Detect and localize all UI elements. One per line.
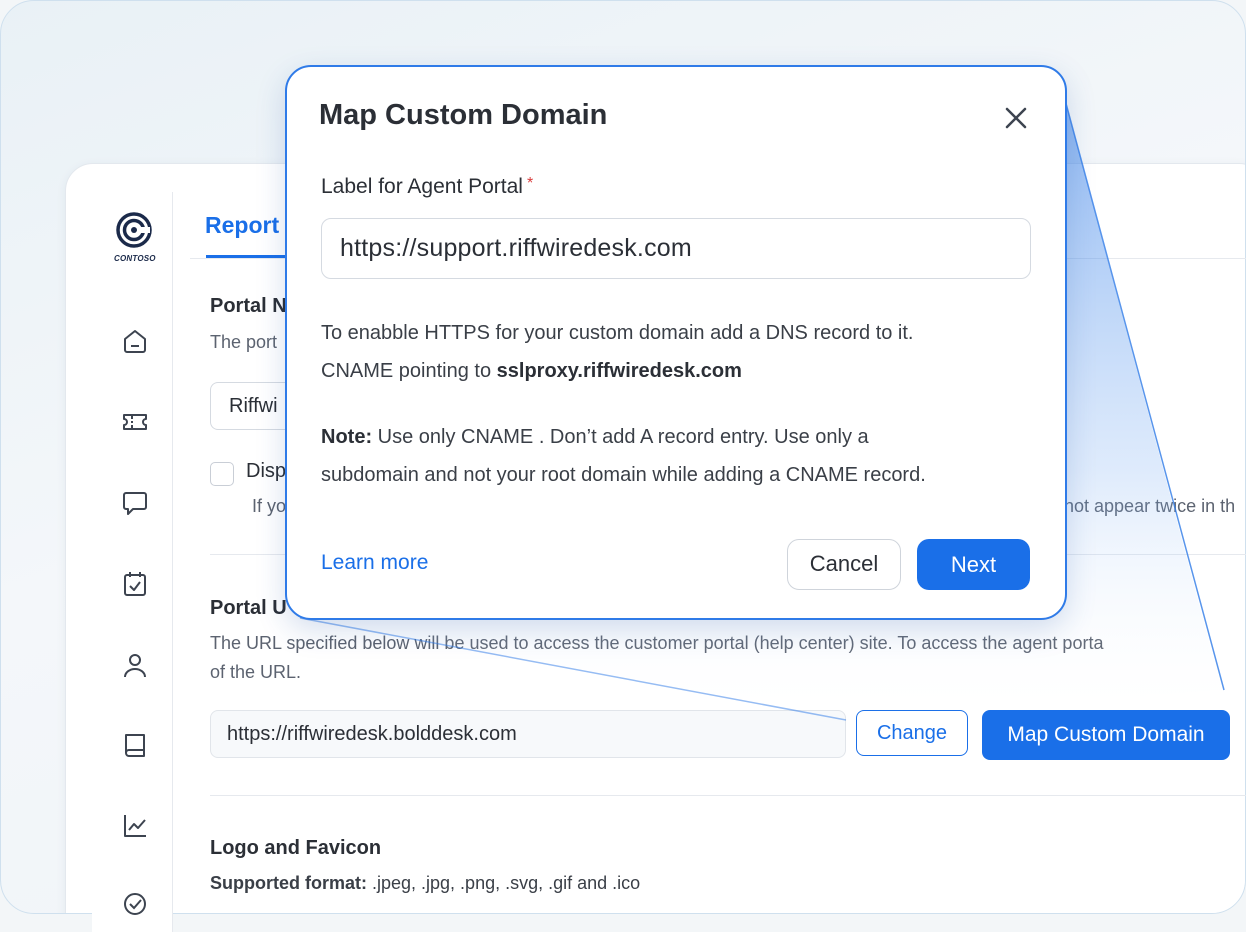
dns-note: Note: Use only CNAME . Don’t add A recor… [321,418,926,494]
brand-logo-text: CONTOSO [114,254,156,263]
sidebar-item-approvals[interactable] [120,889,150,919]
contoso-logo-icon [116,212,152,248]
sidebar-item-home[interactable] [120,326,150,356]
portal-name-description: The port [210,332,278,352]
brand-logo[interactable]: CONTOSO [114,212,156,263]
sidebar-item-tasks[interactable] [120,569,150,599]
agent-portal-label-text: Label for Agent Portal [321,175,523,198]
cancel-button[interactable]: Cancel [787,539,901,590]
section-divider [210,795,1246,796]
required-marker: * [526,175,534,192]
change-url-button[interactable]: Change [856,710,968,756]
sidebar-item-reports[interactable] [120,811,150,841]
portal-name-input-value: Riffwi [229,395,278,417]
sidebar-item-tickets[interactable] [120,407,150,437]
portal-url-title: Portal U [210,597,287,619]
supported-formats-value: .jpeg, .jpg, .png, .svg, .gif and .ico [367,873,641,893]
agent-portal-label: Label for Agent Portal * [321,175,533,199]
sidebar-item-chat[interactable] [120,488,150,518]
ticket-icon [123,414,147,430]
user-icon [124,654,146,678]
https-instructions-line2: CNAME pointing to sslproxy.riffwiredesk.… [321,352,914,390]
dns-note-line2: subdomain and not your root domain while… [321,464,926,486]
supported-formats: Supported format: .jpeg, .jpg, .png, .sv… [210,873,640,894]
display-checkbox[interactable] [210,462,234,486]
cname-prefix: CNAME pointing to [321,360,497,382]
display-hint-text-tail: not appear twice in th [1064,496,1236,516]
portal-url-field: https://riffwiredesk.bolddesk.com [210,710,846,758]
portal-name-title: Portal N [210,295,287,317]
https-instructions: To enabble HTTPS for your custom domain … [321,314,914,390]
portal-url-description: The URL specified below will be used to … [210,633,1104,653]
close-icon [1005,107,1027,129]
note-text: Use only CNAME . Don’t add A record entr… [372,426,869,448]
sidebar: CONTOSO [92,192,173,932]
book-icon [125,734,145,757]
tab-report[interactable]: Report [205,212,279,239]
close-button[interactable] [999,101,1033,135]
logo-favicon-title: Logo and Favicon [210,837,382,859]
agent-portal-url-input[interactable]: https://support.riffwiredesk.com [321,218,1031,279]
portal-url-value: https://riffwiredesk.bolddesk.com [227,723,517,745]
sidebar-item-knowledge-base[interactable] [120,730,150,760]
note-label: Note: [321,426,373,448]
agent-portal-url-value: https://support.riffwiredesk.com [340,234,692,262]
dialog-title: Map Custom Domain [319,99,608,131]
map-custom-domain-button[interactable]: Map Custom Domain [982,710,1230,760]
home-icon [124,330,146,353]
display-hint-text: If yo [252,496,287,516]
cname-target: sslproxy.riffwiredesk.com [496,360,742,382]
map-custom-domain-dialog: Map Custom Domain Label for Agent Portal… [285,65,1067,620]
portal-url-description-line2: of the URL. [210,662,302,682]
check-circle-icon [124,893,146,915]
https-instructions-line1: To enabble HTTPS for your custom domain … [321,322,914,344]
chat-icon [123,492,147,515]
supported-formats-label: Supported format: [210,873,367,893]
dns-note-line1: Note: Use only CNAME . Don’t add A recor… [321,418,926,456]
sidebar-item-contacts[interactable] [120,650,150,680]
calendar-check-icon [124,572,146,596]
next-button[interactable]: Next [917,539,1030,590]
display-checkbox-label: Disp [246,460,287,482]
chart-icon [124,815,146,837]
learn-more-link[interactable]: Learn more [321,551,428,575]
